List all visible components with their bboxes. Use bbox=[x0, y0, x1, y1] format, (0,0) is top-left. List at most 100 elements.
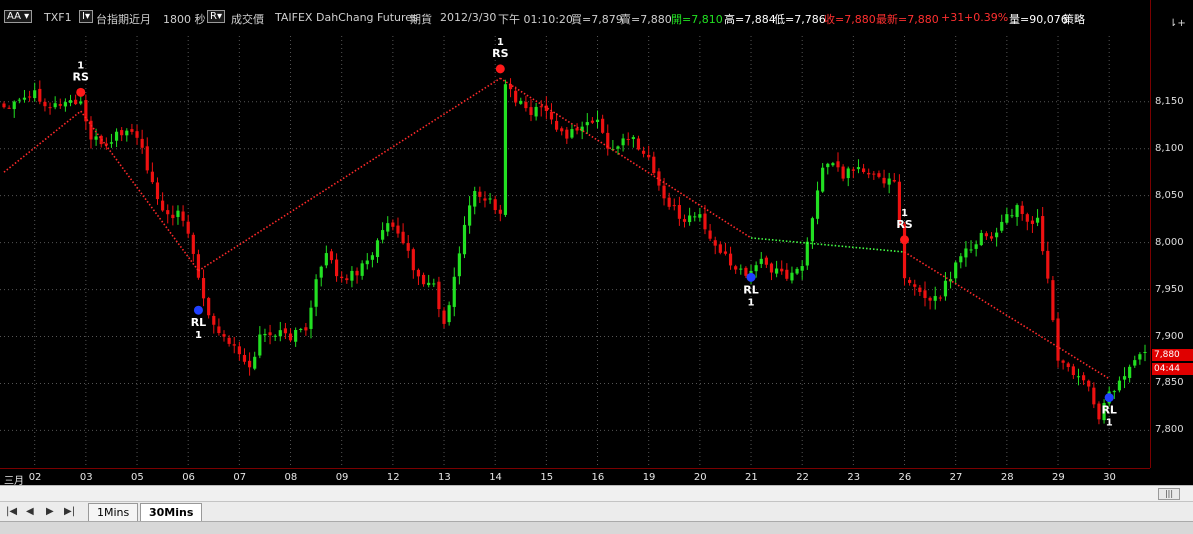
candle-body bbox=[769, 263, 774, 273]
candle-body bbox=[616, 146, 620, 149]
scrollbar-thumb[interactable]: ||| bbox=[1158, 488, 1180, 500]
x-tick-label: 14 bbox=[489, 472, 502, 483]
candle-body bbox=[452, 276, 456, 307]
candle-body bbox=[345, 278, 349, 281]
status-bar bbox=[0, 521, 1193, 534]
candle-body bbox=[12, 101, 16, 110]
signal-count-label: 1 bbox=[1106, 418, 1113, 429]
candle-body bbox=[201, 278, 206, 299]
candle-body bbox=[181, 211, 185, 221]
last-icon[interactable]: ▶| bbox=[64, 506, 75, 517]
candle-body bbox=[53, 103, 57, 108]
candle-body bbox=[130, 129, 134, 132]
candle-body bbox=[979, 232, 983, 246]
candle-body bbox=[647, 154, 651, 158]
signal-marker-rl bbox=[193, 305, 203, 315]
date-label: 2012/3/30 bbox=[440, 11, 497, 24]
candle-body bbox=[150, 171, 154, 183]
candle-body bbox=[514, 90, 518, 103]
candle-body bbox=[1041, 216, 1045, 252]
candle-body bbox=[309, 307, 313, 329]
candle-body bbox=[652, 156, 656, 174]
candle-body bbox=[590, 120, 594, 123]
candle-body bbox=[754, 265, 758, 272]
next-icon[interactable]: ▶ bbox=[46, 506, 54, 517]
candle-body bbox=[764, 257, 768, 265]
candle-body bbox=[493, 199, 497, 211]
tab-30mins[interactable]: 30Mins bbox=[140, 503, 203, 522]
candle-body bbox=[1015, 205, 1019, 218]
candle-body bbox=[964, 248, 968, 258]
candle-body bbox=[908, 279, 912, 283]
candle-body bbox=[785, 269, 789, 279]
x-tick-label: 05 bbox=[131, 472, 144, 483]
first-icon[interactable]: |◀ bbox=[6, 506, 17, 517]
period-dropdown[interactable]: I▾ bbox=[79, 10, 93, 23]
candle-body bbox=[1071, 366, 1075, 376]
high-label: 高=7,884 bbox=[724, 13, 776, 26]
code-box-label: AA bbox=[7, 11, 21, 22]
candle-body bbox=[79, 101, 83, 104]
candle-body bbox=[641, 150, 646, 154]
x-tick-label: 02 bbox=[28, 472, 42, 483]
candle-body bbox=[933, 296, 937, 301]
x-tick-label: 16 bbox=[591, 472, 605, 483]
candle-body bbox=[324, 253, 328, 266]
candle-body bbox=[524, 101, 528, 109]
candle-body bbox=[672, 205, 676, 207]
axis-menu-icon[interactable]: ⇂+ bbox=[1169, 18, 1186, 29]
candle-body bbox=[2, 103, 6, 108]
x-tick-label: 26 bbox=[898, 472, 912, 483]
candle-body bbox=[918, 287, 922, 293]
prev-icon[interactable]: ◀ bbox=[26, 506, 34, 517]
candle-body bbox=[125, 130, 129, 136]
open-label: 開=7,810 bbox=[671, 13, 723, 26]
candle-body bbox=[217, 326, 221, 334]
candle-body bbox=[232, 344, 236, 346]
y-tick-label: 8,050 bbox=[1155, 189, 1184, 201]
x-tick-label: 28 bbox=[1000, 472, 1014, 483]
horizontal-scrollbar[interactable]: ||| bbox=[0, 485, 1193, 502]
tab-1mins[interactable]: 1Mins bbox=[88, 503, 139, 522]
candle-body bbox=[447, 305, 451, 323]
time-label: 下午 01:10:20 bbox=[498, 13, 573, 26]
code-dropdown[interactable]: AA ▾ bbox=[4, 10, 33, 23]
candle-body bbox=[468, 205, 472, 226]
candle-body bbox=[882, 177, 886, 184]
x-tick-label: 07 bbox=[233, 472, 247, 483]
strategy-label[interactable]: 策略 bbox=[1063, 11, 1085, 27]
candle-body bbox=[360, 263, 364, 276]
candle-body bbox=[411, 249, 415, 271]
candle-body bbox=[222, 334, 226, 337]
x-tick-label: 13 bbox=[438, 472, 451, 483]
candle-body bbox=[329, 251, 334, 261]
signal-type-label: RS bbox=[492, 47, 508, 60]
x-tick-label: 19 bbox=[642, 472, 656, 483]
candle-body bbox=[207, 298, 211, 316]
candlestick-chart[interactable]: RS1RL1RS1RL1RS1RL1 bbox=[0, 0, 1150, 468]
candle-body bbox=[1128, 366, 1132, 378]
price-type-dropdown[interactable]: R▾ bbox=[207, 10, 225, 23]
candle-body bbox=[1051, 280, 1055, 321]
candle-body bbox=[718, 244, 722, 253]
exchange-label: TAIFEX bbox=[275, 11, 313, 24]
change-pct-label: +0.39% bbox=[964, 11, 1009, 24]
candle-body bbox=[396, 225, 400, 234]
candle-body bbox=[913, 284, 917, 287]
candle-body bbox=[155, 182, 160, 200]
x-tick-label: 20 bbox=[693, 472, 707, 483]
candle-body bbox=[340, 276, 344, 279]
candle-body bbox=[227, 337, 231, 344]
candle-body bbox=[319, 266, 323, 278]
signal-type-label: RS bbox=[896, 218, 912, 231]
volume-label: 量=90,076 bbox=[1009, 13, 1068, 26]
candle-body bbox=[22, 97, 27, 100]
candle-body bbox=[831, 163, 835, 166]
candle-body bbox=[555, 120, 559, 130]
candle-body bbox=[836, 161, 840, 168]
candle-body bbox=[401, 231, 405, 244]
candle-body bbox=[109, 142, 114, 144]
plot-background bbox=[0, 0, 1150, 468]
candle-body bbox=[375, 240, 380, 258]
x-tick-label: 22 bbox=[796, 472, 809, 483]
